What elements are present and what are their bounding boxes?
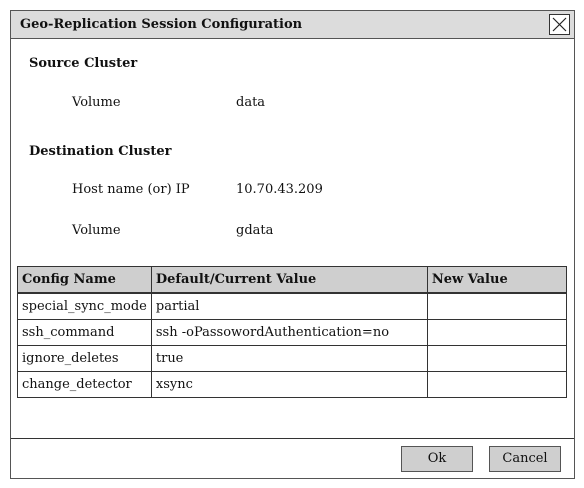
destination-cluster-heading: Destination Cluster bbox=[29, 144, 172, 159]
new-value-cell[interactable] bbox=[426, 292, 568, 320]
source-cluster-heading: Source Cluster bbox=[29, 56, 138, 71]
footer-divider bbox=[11, 438, 574, 439]
current-value: ssh -oPassowordAuthentication=no bbox=[150, 319, 428, 346]
destination-volume-label: Volume bbox=[72, 223, 121, 238]
config-name: special_sync_mode bbox=[17, 292, 152, 320]
geo-replication-dialog: Geo-Replication Session Configuration So… bbox=[10, 10, 575, 479]
ok-button[interactable]: Ok bbox=[401, 446, 473, 472]
table-row: ignore_deletes true bbox=[17, 345, 568, 372]
title-bar: Geo-Replication Session Configuration bbox=[11, 11, 574, 39]
config-name: ssh_command bbox=[17, 319, 152, 346]
table-row: change_detector xsync bbox=[17, 371, 568, 398]
table-row: special_sync_mode partial bbox=[17, 292, 568, 320]
config-name: ignore_deletes bbox=[17, 345, 152, 372]
close-icon bbox=[552, 17, 567, 32]
source-volume-label: Volume bbox=[72, 95, 121, 110]
new-value-cell[interactable] bbox=[426, 345, 568, 372]
new-value-cell[interactable] bbox=[426, 319, 568, 346]
config-table: Config Name Default/Current Value New Va… bbox=[17, 266, 568, 398]
column-header-current-value: Default/Current Value bbox=[150, 266, 428, 294]
table-row: ssh_command ssh -oPassowordAuthenticatio… bbox=[17, 319, 568, 346]
column-header-new-value: New Value bbox=[426, 266, 568, 294]
source-volume-value: data bbox=[236, 95, 266, 110]
close-button[interactable] bbox=[549, 14, 570, 35]
column-header-config-name: Config Name bbox=[17, 266, 152, 294]
destination-host-value: 10.70.43.209 bbox=[236, 182, 323, 197]
config-name: change_detector bbox=[17, 371, 152, 398]
new-value-cell[interactable] bbox=[426, 371, 568, 398]
dialog-title: Geo-Replication Session Configuration bbox=[20, 17, 303, 32]
destination-volume-value: gdata bbox=[236, 223, 274, 238]
current-value: true bbox=[150, 345, 428, 372]
current-value: partial bbox=[150, 292, 428, 320]
cancel-button[interactable]: Cancel bbox=[489, 446, 561, 472]
table-header: Config Name Default/Current Value New Va… bbox=[17, 266, 568, 294]
current-value: xsync bbox=[150, 371, 428, 398]
destination-host-label: Host name (or) IP bbox=[72, 182, 190, 197]
